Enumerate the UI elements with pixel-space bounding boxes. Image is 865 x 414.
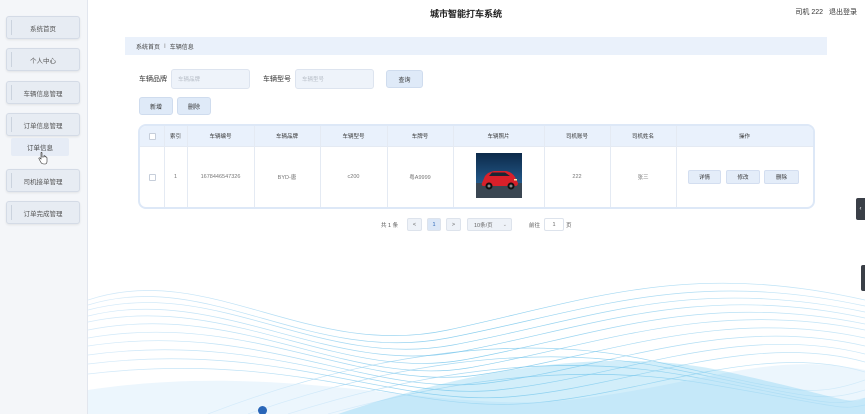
- sidebar-subitem-label: 订单信息: [27, 145, 53, 152]
- cell-vehicle-no: 1678446547326: [200, 174, 241, 180]
- page-size-select[interactable]: 10条/页 ⌄: [467, 218, 512, 231]
- logout-link[interactable]: 退出登录: [829, 9, 857, 16]
- column-header: 车辆编号: [209, 134, 232, 140]
- breadcrumb-separator: Ⅰ: [164, 43, 166, 50]
- add-button[interactable]: 新增: [139, 97, 173, 115]
- bulk-delete-button[interactable]: 删除: [177, 97, 211, 115]
- goto-page-value: 1: [552, 221, 556, 228]
- page-number-label: 1: [432, 221, 436, 228]
- add-button-label: 新增: [149, 104, 162, 111]
- sidebar-item-label: 车辆信息管理: [23, 90, 63, 98]
- bulk-delete-button-label: 删除: [187, 104, 200, 111]
- sidebar-item-label: 订单完成管理: [23, 210, 63, 218]
- sidebar-item-driver-orders[interactable]: 司机接单管理: [6, 169, 80, 192]
- query-button[interactable]: 查询: [386, 70, 423, 88]
- edit-button[interactable]: 修改: [726, 170, 760, 184]
- app-title: 城市智能打车系统: [430, 9, 503, 19]
- badge-icon: [258, 405, 267, 414]
- page-suffix: 页: [566, 223, 572, 229]
- column-header: 车辆照片: [487, 134, 510, 140]
- column-header: 操作: [738, 134, 750, 140]
- cell-model: c200: [347, 174, 360, 180]
- detail-button[interactable]: 详情: [688, 170, 721, 184]
- row-delete-button-label: 删除: [775, 175, 787, 181]
- model-label: 车辆型号: [263, 76, 291, 83]
- prev-page-button[interactable]: <: [407, 218, 422, 231]
- next-page-button[interactable]: >: [446, 218, 461, 231]
- column-header: 车辆型号: [342, 134, 365, 140]
- sidebar-item-label: 个人中心: [30, 57, 56, 65]
- edit-button-label: 修改: [737, 175, 749, 181]
- collapse-panel-tab[interactable]: ‹: [856, 198, 865, 220]
- select-all-cell: [140, 126, 164, 146]
- detail-button-label: 详情: [698, 175, 710, 181]
- goto-page-input[interactable]: 1: [544, 218, 564, 231]
- brand-label: 车辆品牌: [139, 76, 167, 83]
- row-checkbox[interactable]: [148, 173, 156, 181]
- column-header: 车牌号: [411, 134, 429, 140]
- breadcrumb-current: 车辆信息: [169, 44, 194, 51]
- cell-driver-name: 张三: [637, 175, 649, 181]
- brand-input[interactable]: 车辆品牌: [171, 69, 250, 89]
- query-button-label: 查询: [398, 77, 411, 84]
- sidebar-item-vehicle-management[interactable]: 车辆信息管理: [6, 81, 80, 104]
- sidebar-item-completed-orders[interactable]: 订单完成管理: [6, 201, 80, 224]
- vehicle-table: 索引 车辆编号 车辆品牌 车辆型号 车牌号 车辆照片 司机账号 司机姓名 操作 …: [138, 124, 815, 209]
- side-handle[interactable]: [861, 265, 865, 291]
- row-select-cell: [140, 147, 164, 207]
- breadcrumb: 系统首页 Ⅰ 车辆信息: [125, 37, 827, 55]
- current-user: 司机 222: [795, 9, 824, 16]
- cell-plate: 粤A9999: [409, 175, 431, 181]
- model-input[interactable]: 车辆型号: [295, 69, 374, 89]
- sidebar: 系统首页 个人中心 车辆信息管理 订单信息管理 订单信息 司机接单管理 订单完成…: [0, 0, 88, 414]
- breadcrumb-home[interactable]: 系统首页: [136, 42, 160, 51]
- page-size-value: 10条/页: [474, 222, 493, 229]
- column-header: 车辆品牌: [275, 134, 298, 140]
- chevron-down-icon: ⌄: [502, 221, 507, 228]
- bottom-partial-widget: [258, 405, 271, 414]
- brand-input-placeholder: 车辆品牌: [178, 77, 201, 83]
- sidebar-item-label: 订单信息管理: [23, 122, 63, 130]
- hand-cursor-icon: [38, 152, 48, 165]
- cell-index: 1: [173, 174, 178, 180]
- next-page-label: >: [451, 221, 456, 228]
- cell-driver-account: 222: [572, 174, 582, 180]
- select-all-checkbox[interactable]: [148, 132, 156, 140]
- page-number-button[interactable]: 1: [427, 218, 441, 231]
- chevron-left-icon: ‹: [859, 206, 862, 212]
- column-header: 索引: [169, 134, 181, 140]
- sidebar-item-profile[interactable]: 个人中心: [6, 48, 80, 71]
- column-header: 司机姓名: [631, 134, 654, 140]
- goto-label: 前往: [529, 223, 541, 229]
- cell-brand: BYD-唐: [277, 175, 297, 181]
- model-input-placeholder: 车辆型号: [302, 77, 325, 83]
- sidebar-item-label: 司机接单管理: [23, 178, 63, 186]
- row-delete-button[interactable]: 删除: [764, 170, 799, 184]
- sidebar-item-home[interactable]: 系统首页: [6, 16, 80, 39]
- vehicle-photo[interactable]: [476, 153, 522, 198]
- user-area: 司机 222 退出登录: [791, 7, 857, 17]
- prev-page-label: <: [412, 221, 417, 228]
- sidebar-item-order-management[interactable]: 订单信息管理: [6, 113, 80, 136]
- sidebar-item-label: 系统首页: [30, 25, 56, 33]
- column-header: 司机账号: [565, 134, 588, 140]
- pagination-total: 共 1 条: [381, 223, 399, 229]
